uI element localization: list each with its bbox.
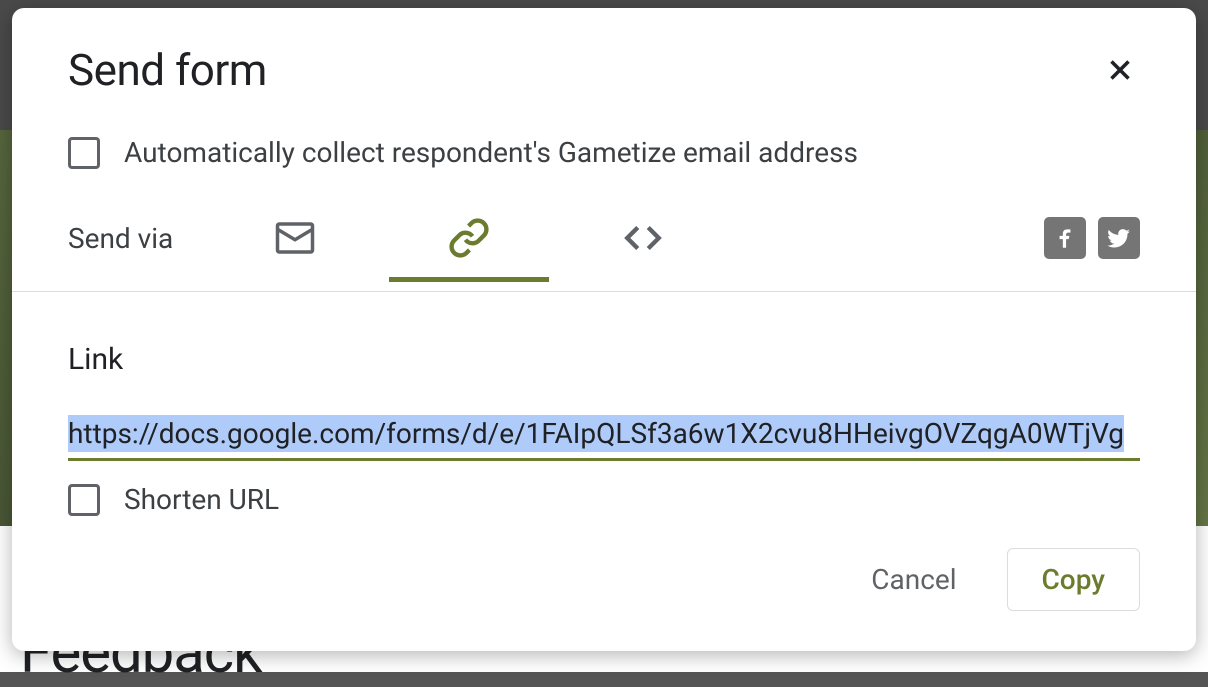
dialog-footer: Cancel Copy xyxy=(12,536,1196,651)
link-section: Link https://docs.google.com/forms/d/e/1… xyxy=(12,292,1196,536)
link-url-text[interactable]: https://docs.google.com/forms/d/e/1FAIpQ… xyxy=(68,415,1124,452)
embed-icon xyxy=(622,217,664,259)
copy-button[interactable]: Copy xyxy=(1007,548,1140,611)
shorten-url-label: Shorten URL xyxy=(124,483,279,516)
dialog-title: Send form xyxy=(68,44,267,96)
collect-email-row: Automatically collect respondent's Gamet… xyxy=(12,126,1196,203)
collect-email-checkbox[interactable] xyxy=(68,137,100,169)
link-input-wrapper[interactable]: https://docs.google.com/forms/d/e/1FAIpQ… xyxy=(68,417,1140,461)
facebook-icon xyxy=(1052,225,1078,251)
send-via-label: Send via xyxy=(68,222,173,255)
tab-link[interactable] xyxy=(447,216,491,260)
link-icon xyxy=(448,217,490,259)
dialog-header: Send form xyxy=(12,8,1196,126)
close-icon xyxy=(1103,53,1137,87)
social-share-icons xyxy=(1044,217,1140,259)
tab-embed[interactable] xyxy=(621,216,665,260)
cancel-button[interactable]: Cancel xyxy=(861,549,966,610)
send-via-row: Send via xyxy=(12,203,1196,273)
share-twitter-button[interactable] xyxy=(1098,217,1140,259)
twitter-icon xyxy=(1106,225,1132,251)
send-via-tabs xyxy=(273,216,665,260)
shorten-url-checkbox[interactable] xyxy=(68,484,100,516)
tab-email[interactable] xyxy=(273,216,317,260)
collect-email-label: Automatically collect respondent's Gamet… xyxy=(124,136,858,169)
send-form-dialog: Send form Automatically collect responde… xyxy=(12,8,1196,651)
close-button[interactable] xyxy=(1100,50,1140,90)
shorten-url-row: Shorten URL xyxy=(68,483,1140,516)
email-icon xyxy=(274,217,316,259)
link-section-label: Link xyxy=(68,342,1140,377)
share-facebook-button[interactable] xyxy=(1044,217,1086,259)
